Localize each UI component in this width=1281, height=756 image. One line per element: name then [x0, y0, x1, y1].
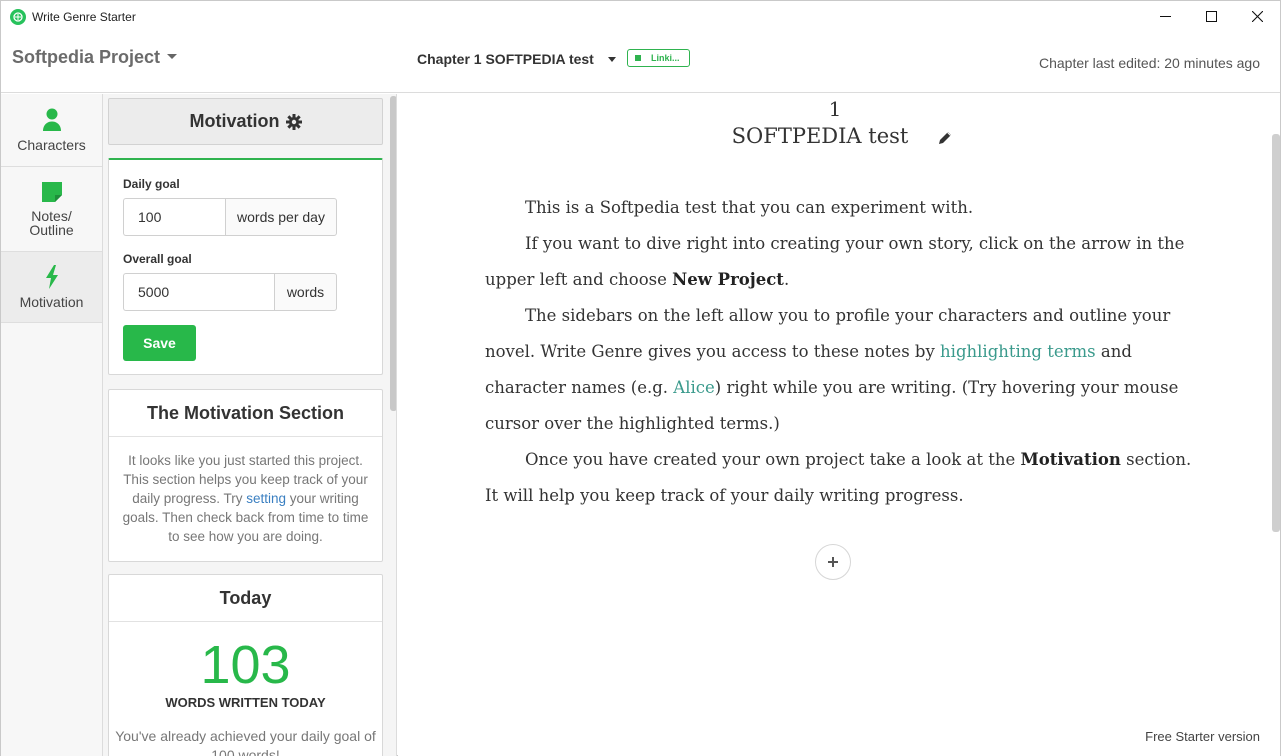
story-text[interactable]: This is a Softpedia test that you can ex… [485, 190, 1195, 514]
note-icon [41, 182, 62, 202]
setting-link[interactable]: setting [246, 491, 286, 506]
daily-goal-label: Daily goal [123, 177, 180, 191]
link-badge-label: Linki... [651, 53, 680, 63]
last-edited-status: Chapter last edited: 20 minutes ago [1038, 55, 1260, 71]
sidebar-item-label: Notes/ [31, 208, 72, 224]
story-paragraph: This is a Softpedia test that you can ex… [485, 190, 1195, 226]
overall-goal-group: 5000 words [123, 273, 337, 311]
goal-form-card: Daily goal 100 words per day Overall goa… [108, 158, 383, 375]
sidebar-item-motivation[interactable]: Motivation [1, 252, 102, 323]
paragraph-text: Once you have created your own project t… [525, 450, 1021, 469]
editor-scrollbar[interactable] [1272, 134, 1280, 532]
paragraph-text: This is a Softpedia test that you can ex… [525, 198, 974, 217]
close-button[interactable] [1234, 1, 1280, 32]
overall-goal-unit: words [274, 273, 337, 311]
chapter-dropdown-caret-icon[interactable] [608, 57, 616, 62]
link-status-badge[interactable]: Linki... [627, 49, 690, 67]
maximize-icon [1205, 11, 1217, 22]
close-icon [1251, 11, 1263, 22]
today-card-title: Today [109, 575, 382, 622]
motivation-info-card: The Motivation Section It looks like you… [108, 389, 383, 562]
overall-goal-label: Overall goal [123, 252, 192, 266]
minimize-button[interactable] [1142, 1, 1188, 32]
minimize-icon [1159, 16, 1171, 17]
paragraph-text: . [783, 270, 790, 289]
app-logo-icon [10, 8, 26, 25]
highlighted-character-name[interactable]: Alice [673, 378, 714, 397]
daily-goal-unit: words per day [225, 198, 337, 236]
info-card-text: It looks like you just started this proj… [109, 437, 382, 546]
add-chapter-button[interactable] [815, 544, 851, 580]
project-dropdown-caret-icon[interactable] [167, 54, 177, 59]
daily-goal-input[interactable]: 100 [123, 198, 225, 236]
plus-icon [828, 557, 838, 567]
chapter-name: SOFTPEDIA test [731, 124, 909, 148]
story-paragraph: The sidebars on the left allow you to pr… [485, 298, 1195, 442]
lightning-icon [45, 265, 58, 289]
version-label: Free Starter version [1145, 729, 1260, 744]
link-badge-icon [635, 55, 641, 61]
chapter-editor[interactable]: 1 SOFTPEDIA test This is a Softpedia tes… [398, 94, 1280, 756]
person-icon [42, 108, 61, 131]
sidebar-item-label: Characters [17, 137, 86, 153]
story-paragraph: Once you have created your own project t… [485, 442, 1195, 514]
sidebar-nav: Characters Notes/ Outline Motivation [1, 94, 103, 756]
words-today-caption: WORDS WRITTEN TODAY [165, 695, 326, 710]
app-window: Write Genre Starter Softpedia Project Ch… [0, 0, 1281, 756]
motivation-settings-button[interactable]: Motivation [108, 98, 383, 145]
info-card-title: The Motivation Section [109, 390, 382, 437]
today-progress-card: Today 103 WORDS WRITTEN TODAY You've alr… [108, 574, 383, 756]
save-button[interactable]: Save [123, 325, 196, 361]
pencil-icon[interactable] [937, 130, 953, 146]
sidebar-item-label: Motivation [19, 294, 84, 310]
highlighted-term[interactable]: highlighting terms [940, 342, 1096, 361]
chapter-number: 1 [828, 97, 842, 121]
daily-goal-group: 100 words per day [123, 198, 337, 236]
sidebar-item-label: Outline [29, 222, 74, 238]
sidebar-item-characters[interactable]: Characters [1, 94, 102, 167]
project-selector[interactable]: Softpedia Project [12, 47, 160, 68]
gear-icon [285, 113, 302, 130]
maximize-button[interactable] [1188, 1, 1234, 32]
app-header: Softpedia Project Chapter 1 SOFTPEDIA te… [1, 32, 1280, 93]
chapter-selector[interactable]: Chapter 1 SOFTPEDIA test [417, 51, 594, 67]
window-title: Write Genre Starter [32, 9, 136, 24]
story-paragraph: If you want to dive right into creating … [485, 226, 1195, 298]
bold-text: New Project [672, 270, 784, 289]
panel-scrollbar[interactable] [390, 96, 396, 411]
panel-title: Motivation [189, 111, 280, 131]
daily-goal-achieved-note: You've already achieved your daily goal … [115, 728, 376, 756]
sidebar-item-notes-outline[interactable]: Notes/ Outline [1, 167, 102, 252]
overall-goal-input[interactable]: 5000 [123, 273, 274, 311]
title-bar: Write Genre Starter [1, 1, 1280, 32]
words-today-count: 103 [200, 635, 291, 695]
paragraph-text: If you want to dive right into creating … [485, 234, 1185, 289]
motivation-panel: Motivation Daily goal 100 words per day … [103, 94, 397, 756]
bold-text: Motivation [1020, 450, 1121, 469]
